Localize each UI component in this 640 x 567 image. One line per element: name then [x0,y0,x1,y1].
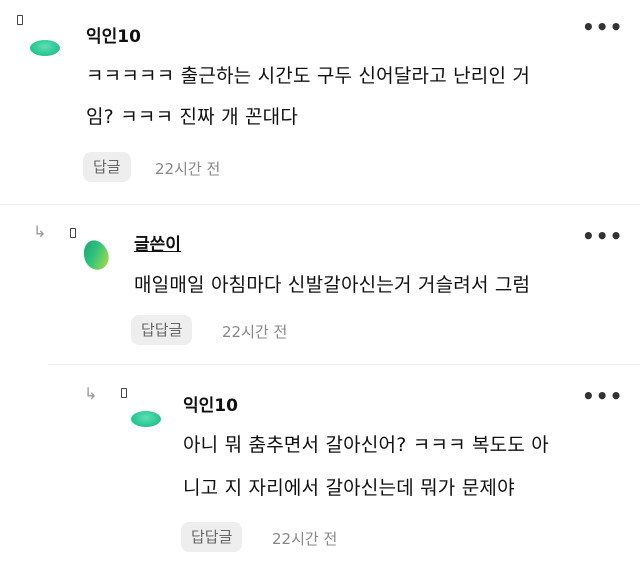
reply-arrow-icon: ↳ [33,222,47,241]
avatar[interactable] [79,236,113,274]
more-options-icon[interactable]: ••• [582,224,623,248]
reply-arrow-icon: ↳ [84,384,98,403]
comment-text-line1: 아니 뭐 춤추면서 갈아신어? ㅋㅋㅋ 복도도 아 [183,434,549,456]
more-options-icon[interactable]: ••• [582,15,623,39]
avatar[interactable] [131,411,161,427]
reply-button[interactable]: 답글 [83,152,131,182]
comment-text-line1: 매일매일 아침마다 신발갈아신는거 거슬려서 그럼 [134,274,531,296]
comment-text-line2: 니고 지 자리에서 갈아신는데 뭐가 문제야 [183,477,515,499]
author-name[interactable]: 익인10 [86,22,141,47]
divider [0,204,640,205]
timestamp: 22시간 전 [155,160,221,178]
comment-marker [121,388,127,398]
reply-button[interactable]: 답답글 [181,522,243,552]
comment-marker [17,15,23,25]
comment-marker [70,228,76,238]
comment-text-line1: ㅋㅋㅋㅋㅋ 출근하는 시간도 구두 신어달라고 난리인 거 [86,65,531,87]
avatar[interactable] [30,40,60,56]
timestamp: 22시간 전 [222,323,288,341]
comment-text-line2: 임? ㅋㅋㅋ 진짜 개 꼰대다 [86,106,299,128]
timestamp: 22시간 전 [272,530,338,548]
divider [48,364,640,365]
author-name[interactable]: 익인10 [183,391,238,416]
reply-button[interactable]: 답답글 [131,315,193,345]
more-options-icon[interactable]: ••• [582,384,623,408]
author-name[interactable]: 글쓴이 [134,230,181,255]
